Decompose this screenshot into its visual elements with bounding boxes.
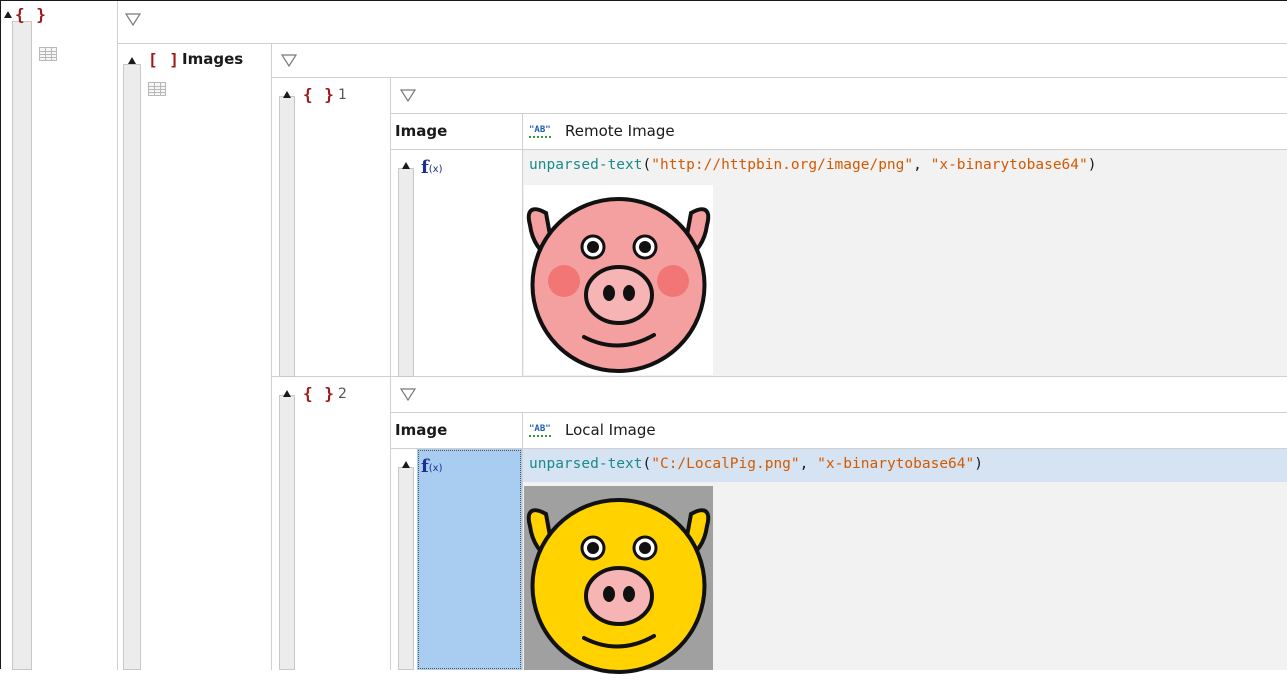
item-1-index: 1	[338, 87, 347, 103]
array-icon: [ ]	[148, 50, 180, 69]
table-view-icon[interactable]	[148, 82, 166, 96]
function-icon[interactable]: f(x)	[421, 456, 442, 477]
formula-2-selection[interactable]	[417, 449, 522, 670]
filter-icon[interactable]	[400, 388, 416, 402]
pig-face-icon	[526, 197, 711, 373]
item-2-formula-text[interactable]: unparsed-text("C:/LocalPig.png", "x-bina…	[529, 456, 983, 472]
item-2-value-cell[interactable]: "AB" Local Image	[523, 413, 1287, 449]
item-1-collapse-bar[interactable]	[279, 96, 295, 377]
item-1-key-cell[interactable]: Image	[391, 114, 523, 150]
item-1-value-cell[interactable]: "AB" Remote Image	[523, 114, 1287, 150]
item-2-value: Local Image	[565, 421, 656, 439]
filter-icon[interactable]	[125, 13, 141, 27]
pig-image-yellow	[524, 486, 713, 674]
function-icon[interactable]: f(x)	[421, 157, 442, 178]
formula-2-collapse-bar[interactable]	[398, 467, 414, 670]
item-2-formula-cell[interactable]: unparsed-text("C:/LocalPig.png", "x-bina…	[523, 449, 1287, 674]
formula-1-collapse-icon[interactable]	[402, 162, 410, 169]
filter-icon[interactable]	[281, 54, 297, 68]
item-2-header: { } 2	[272, 377, 391, 670]
root-collapse-icon[interactable]	[4, 11, 12, 18]
formula-2-collapse-icon[interactable]	[402, 461, 410, 468]
item-2-collapse-bar[interactable]	[279, 395, 295, 670]
item-1-filter-row	[391, 78, 1287, 114]
item-2-index: 2	[338, 386, 347, 402]
images-collapse-icon[interactable]	[128, 57, 136, 64]
object-icon: { }	[303, 384, 335, 403]
item-2-key: Image	[395, 421, 448, 439]
item-1-key: Image	[395, 122, 448, 140]
item-1-formula-header: f(x)	[391, 150, 523, 377]
item-1-formula-cell[interactable]: unparsed-text("http://httpbin.org/image/…	[523, 150, 1287, 377]
root-collapse-bar[interactable]	[12, 21, 32, 670]
item-1-collapse-icon[interactable]	[283, 91, 291, 98]
object-icon: { }	[303, 85, 335, 104]
root-object-header: { }	[1, 1, 118, 670]
item-2-formula-header: f(x)	[391, 449, 523, 670]
images-collapse-bar[interactable]	[123, 64, 141, 670]
item-1-formula-text[interactable]: unparsed-text("http://httpbin.org/image/…	[529, 157, 1096, 173]
item-1-header: { } 1	[272, 78, 391, 377]
images-array-header: [ ] Images	[118, 44, 272, 670]
table-view-icon[interactable]	[39, 47, 57, 61]
grid-view: { } [ ] Images { } 1 Image "AB" Remote I…	[0, 0, 1287, 674]
formula-1-collapse-bar[interactable]	[398, 168, 414, 377]
item-2-collapse-icon[interactable]	[283, 390, 291, 397]
item-2-key-cell[interactable]: Image	[391, 413, 523, 449]
pig-face-icon	[526, 498, 711, 674]
filter-icon[interactable]	[400, 89, 416, 103]
root-filter-row	[118, 1, 1287, 44]
item-2-filter-row	[391, 377, 1287, 413]
images-label: Images	[182, 50, 244, 68]
object-icon: { }	[15, 5, 47, 24]
pig-image-pink	[524, 185, 713, 375]
string-type-icon: "AB"	[529, 125, 551, 138]
string-type-icon: "AB"	[529, 424, 551, 437]
images-filter-row	[272, 44, 1287, 78]
item-1-value: Remote Image	[565, 122, 675, 140]
